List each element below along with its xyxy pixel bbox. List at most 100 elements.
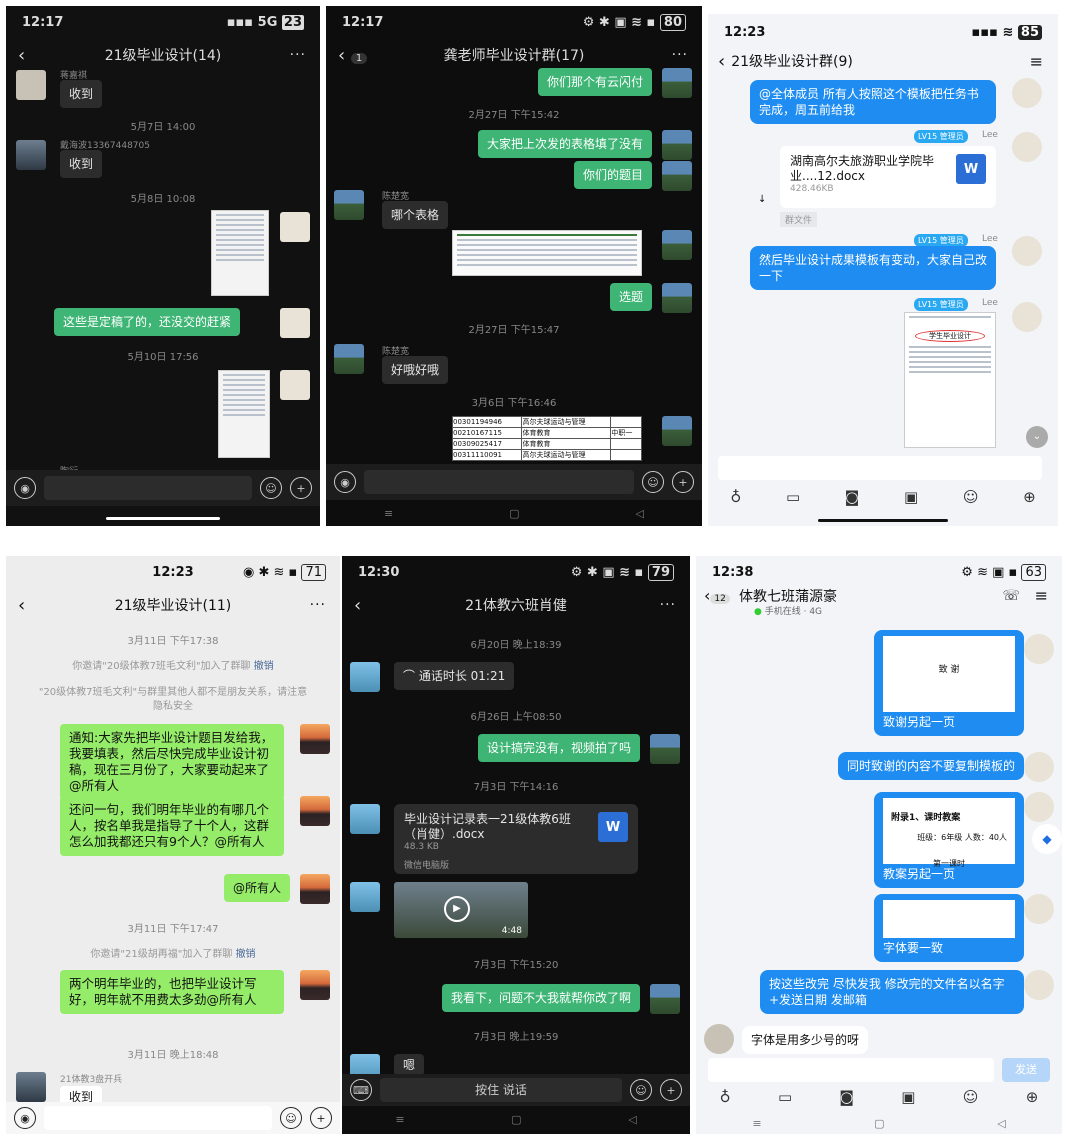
back-icon[interactable]: ‹ [18, 595, 25, 616]
file-message[interactable]: 毕业设计记录表一21级体教6班（肖健）.docx 48.3 KB 微信电脑版 W [394, 804, 638, 874]
phone-icon[interactable]: ☏ [1002, 588, 1020, 604]
avatar[interactable] [1024, 752, 1054, 782]
avatar[interactable] [16, 140, 46, 170]
table-image-message[interactable]: 00301194946 高尔夫球运动与管理 00210167115 体育教育 中职一 … [451, 416, 642, 461]
voice-icon[interactable]: ◉ [334, 471, 356, 493]
message-bubble[interactable]: @所有人 [223, 874, 290, 902]
back-icon[interactable]: ‹ [354, 595, 361, 616]
message-input[interactable] [708, 1058, 994, 1082]
avatar[interactable] [16, 1072, 46, 1102]
video-message[interactable]: ▶ 4:48 [394, 882, 528, 938]
message-bubble[interactable]: @全体成员 所有人按照这个模板把任务书完成，周五前给我 [750, 80, 996, 124]
avatar[interactable] [704, 1024, 734, 1054]
message-bubble[interactable]: 你们那个有云闪付 [537, 68, 652, 96]
plus-icon[interactable]: ⊕ [1026, 1088, 1039, 1106]
avatar[interactable] [1024, 792, 1054, 822]
home-icon[interactable]: ▢ [509, 507, 519, 520]
play-icon[interactable]: ▶ [444, 896, 470, 922]
avatar[interactable] [1012, 132, 1042, 162]
image-message[interactable] [452, 230, 642, 276]
message-bubble[interactable]: 两个明年毕业的，也把毕业设计写好，明年就不用费太多劲@所有人 [60, 970, 284, 1014]
back-icon[interactable]: ‹ [718, 51, 725, 72]
message-bubble[interactable]: 你们的题目 [573, 161, 652, 189]
keyboard-icon[interactable]: ⌨ [350, 1079, 372, 1101]
hold-to-talk-button[interactable]: 按住 说话 [380, 1078, 622, 1102]
message-input[interactable] [718, 456, 1042, 480]
emoji-icon[interactable]: ☺ [630, 1079, 652, 1101]
image-icon[interactable]: ▭ [786, 488, 800, 506]
message-input[interactable] [44, 1106, 272, 1130]
menu-icon[interactable]: ≡ [384, 507, 393, 520]
back-nav-icon[interactable]: ◁ [636, 507, 644, 520]
image-icon[interactable]: ▭ [778, 1088, 792, 1106]
emoji-icon[interactable]: ☺ [642, 471, 664, 493]
avatar[interactable] [280, 308, 310, 338]
image-message[interactable]: 字体要一致 [874, 894, 1024, 962]
camera-icon[interactable]: ◙ [839, 1088, 854, 1106]
emoji-icon[interactable]: ☺ [280, 1107, 302, 1129]
avatar[interactable] [300, 970, 330, 1000]
more-icon[interactable]: ··· [660, 597, 676, 613]
plus-icon[interactable]: + [310, 1107, 332, 1129]
avatar[interactable] [16, 70, 46, 100]
message-bubble[interactable]: 收到 [60, 150, 103, 178]
avatar[interactable] [280, 212, 310, 242]
back-icon[interactable]: ‹ 1 [338, 45, 368, 66]
message-bubble[interactable]: 嗯 [394, 1054, 425, 1076]
avatar[interactable] [1012, 78, 1042, 108]
message-input[interactable] [364, 470, 634, 494]
file-message[interactable]: 湖南高尔夫旅游职业学院毕业....12.docx 428.46KB W [780, 146, 996, 208]
mic-icon[interactable]: ♁ [720, 1088, 731, 1106]
menu-icon[interactable]: ≡ [752, 1117, 761, 1130]
avatar[interactable] [1012, 236, 1042, 266]
avatar[interactable] [650, 984, 680, 1014]
back-nav-icon[interactable]: ◁ [997, 1117, 1005, 1130]
message-bubble[interactable]: 选题 [609, 283, 652, 311]
emoji-icon[interactable]: ☺ [963, 1088, 979, 1106]
image-message[interactable]: 致 谢 致谢另起一页 [874, 630, 1024, 736]
download-icon[interactable]: ↓ [758, 194, 766, 205]
message-bubble[interactable]: 按这些改完 尽快发我 修改完的文件名以名字+发送日期 发邮箱 [760, 970, 1024, 1014]
revoke-link[interactable]: 撤销 [254, 661, 274, 672]
image-message[interactable]: 学生毕业设计 [904, 312, 996, 448]
image-message[interactable]: 附录1、课时教案 班级：6年级 人数：40人 第一课时 教案另起一页 [874, 792, 1024, 888]
avatar[interactable] [650, 734, 680, 764]
plus-icon[interactable]: + [290, 477, 312, 499]
avatar[interactable] [1012, 302, 1042, 332]
avatar[interactable] [300, 874, 330, 904]
folder-icon[interactable]: ▣ [901, 1088, 915, 1106]
message-bubble[interactable]: 我看下，问题不大我就帮你改了啊 [441, 984, 640, 1012]
home-icon[interactable]: ▢ [511, 1113, 521, 1126]
message-bubble[interactable]: 哪个表格 [382, 201, 449, 229]
avatar[interactable] [350, 804, 380, 834]
menu-icon[interactable]: ≡ [1030, 52, 1044, 71]
scroll-down-icon[interactable]: ⌄ [1026, 426, 1048, 448]
avatar[interactable] [350, 882, 380, 912]
message-bubble[interactable]: 好哦好哦 [382, 356, 449, 384]
avatar[interactable] [662, 68, 692, 98]
more-icon[interactable]: ··· [290, 47, 306, 63]
avatar[interactable] [300, 796, 330, 826]
avatar[interactable] [334, 190, 364, 220]
avatar[interactable] [662, 230, 692, 260]
message-bubble[interactable]: 字体是用多少号的呀 [742, 1026, 869, 1054]
menu-icon[interactable]: ≡ [395, 1113, 404, 1126]
avatar[interactable] [662, 283, 692, 313]
message-bubble[interactable]: 这些是定稿了的，还没交的赶紧 [54, 308, 241, 336]
more-icon[interactable]: ··· [672, 47, 688, 63]
message-bubble[interactable]: 设计搞完没有，视频拍了吗 [477, 734, 640, 762]
voice-icon[interactable]: ◉ [14, 1107, 36, 1129]
emoji-icon[interactable]: ☺ [963, 488, 979, 506]
message-bubble[interactable]: 通知:大家先把毕业设计题目发给我，我要填表，然后尽快完成毕业设计初稿，现在三月份… [60, 724, 284, 800]
camera-icon[interactable]: ◙ [845, 488, 860, 506]
message-bubble[interactable]: 然后毕业设计成果模板有变动，大家自己改一下 [750, 246, 996, 290]
avatar[interactable] [1024, 894, 1054, 924]
folder-icon[interactable]: ▣ [904, 488, 918, 506]
avatar[interactable] [1024, 970, 1054, 1000]
send-button[interactable]: 发送 [1002, 1058, 1050, 1082]
avatar[interactable] [662, 130, 692, 160]
plus-icon[interactable]: + [672, 471, 694, 493]
revoke-link[interactable]: 撤销 [236, 949, 256, 960]
avatar[interactable] [350, 662, 380, 692]
avatar[interactable] [1024, 634, 1054, 664]
